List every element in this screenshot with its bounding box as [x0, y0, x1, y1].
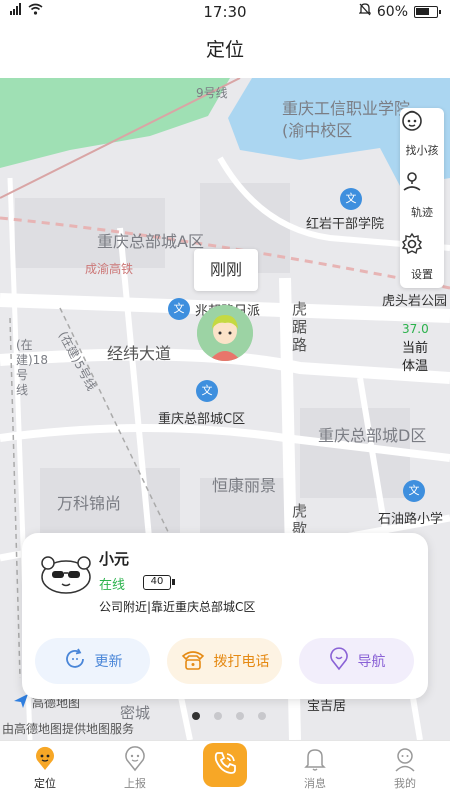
temperature-label: 当前体温: [402, 341, 429, 374]
bear-avatar-icon: [41, 556, 91, 594]
pager-dot-4[interactable]: [258, 712, 266, 720]
nav-location-label: 定位: [34, 777, 56, 790]
online-status: 在线: [99, 578, 126, 593]
map-credit: 由高德地图提供地图服务: [2, 722, 135, 736]
track-icon: [400, 170, 444, 204]
police-poi-icon[interactable]: 文: [168, 298, 190, 320]
phone-icon: [212, 750, 238, 780]
child-location-marker[interactable]: [197, 305, 253, 361]
settings-button[interactable]: 设置: [400, 232, 444, 292]
find-child-button[interactable]: 找小孩: [400, 108, 444, 168]
call-label: 拨打电话: [213, 654, 270, 670]
child-avatar-icon: [197, 305, 253, 361]
map-label-shiyou: 石油路小学: [378, 512, 444, 527]
map-label-hq-d: 重庆总部城D区: [318, 426, 427, 445]
temperature-value: 37.0: [402, 322, 429, 336]
nav-profile-label: 我的: [394, 777, 416, 790]
map-label-hengkang: 恒康丽景: [212, 476, 277, 495]
pager-dot-1[interactable]: [192, 712, 200, 720]
nav-report[interactable]: 上报: [90, 741, 180, 800]
child-face-icon: [400, 108, 444, 142]
card-pager: [0, 712, 450, 720]
battery-percent: 60%: [376, 3, 408, 20]
gear-icon: [400, 232, 444, 266]
map-label-hongyan: 红岩干部学院: [306, 217, 385, 232]
device-avatar: [38, 553, 94, 595]
device-battery: 40: [143, 575, 175, 590]
device-address: 公司附近|靠近重庆总部城C区: [99, 600, 256, 614]
map-label-huxian: 虎头岩公园: [382, 294, 448, 309]
update-button[interactable]: 更新: [35, 638, 150, 684]
mute-icon: [358, 3, 372, 20]
map-label-line18: (在建)18号线: [16, 338, 48, 397]
nav-call-button[interactable]: [203, 743, 247, 787]
profile-icon: [360, 741, 450, 775]
nav-report-label: 上报: [124, 777, 146, 790]
nav-location[interactable]: 定位: [0, 741, 90, 800]
pager-dot-3[interactable]: [236, 712, 244, 720]
map-label-jingwei: 经纬大道: [107, 344, 172, 363]
nav-messages[interactable]: 消息: [270, 741, 360, 800]
bell-icon: [270, 741, 360, 775]
map-label-wanke: 万科锦尚: [57, 494, 122, 513]
update-label: 更新: [94, 654, 123, 670]
map-label-rail: 成渝高铁: [85, 262, 134, 276]
pager-dot-2[interactable]: [214, 712, 222, 720]
title-bar: 定位: [0, 24, 450, 78]
temperature-panel: 37.0 当前体温: [402, 322, 442, 376]
navigate-button[interactable]: 导航: [299, 638, 414, 684]
navigate-label: 导航: [357, 654, 386, 670]
map-label-hq-c: 重庆总部城C区: [158, 412, 246, 427]
navigation-pin-icon: [328, 647, 350, 675]
location-icon: [0, 741, 90, 775]
call-button[interactable]: 拨打电话: [167, 638, 282, 684]
settings-label: 设置: [411, 268, 433, 281]
side-panel: 找小孩 轨迹 设置: [400, 108, 444, 288]
battery-icon: [414, 5, 441, 18]
nav-profile[interactable]: 我的: [360, 741, 450, 800]
device-info-card: 小元 在线 40 公司附近|靠近重庆总部城C区 更新 拨打电话 导航: [22, 533, 428, 699]
nav-messages-label: 消息: [304, 777, 326, 790]
report-icon: [90, 741, 180, 775]
school-poi-icon[interactable]: 文: [340, 188, 362, 210]
find-child-label: 找小孩: [405, 144, 439, 157]
map-label-school: 重庆工信职业学院(渝中校区: [282, 99, 411, 140]
refresh-icon: [63, 647, 87, 675]
location-time-tag: 刚刚: [194, 249, 258, 291]
map-label-road9: 9号线: [196, 86, 228, 100]
page-title: 定位: [205, 39, 244, 61]
map-label-hq-a: 重庆总部城A区: [97, 232, 204, 251]
track-button[interactable]: 轨迹: [400, 170, 444, 230]
status-right-icons: 60%: [358, 3, 441, 20]
primary-school-poi-icon[interactable]: 文: [403, 480, 425, 502]
device-name: 小元: [99, 550, 130, 568]
map-label-hupai: 虎踞路: [292, 300, 308, 354]
office-poi-icon[interactable]: 文: [196, 380, 218, 402]
track-label: 轨迹: [411, 206, 433, 219]
status-bar: 17:30 60%: [0, 0, 450, 24]
telephone-icon: [180, 647, 206, 675]
